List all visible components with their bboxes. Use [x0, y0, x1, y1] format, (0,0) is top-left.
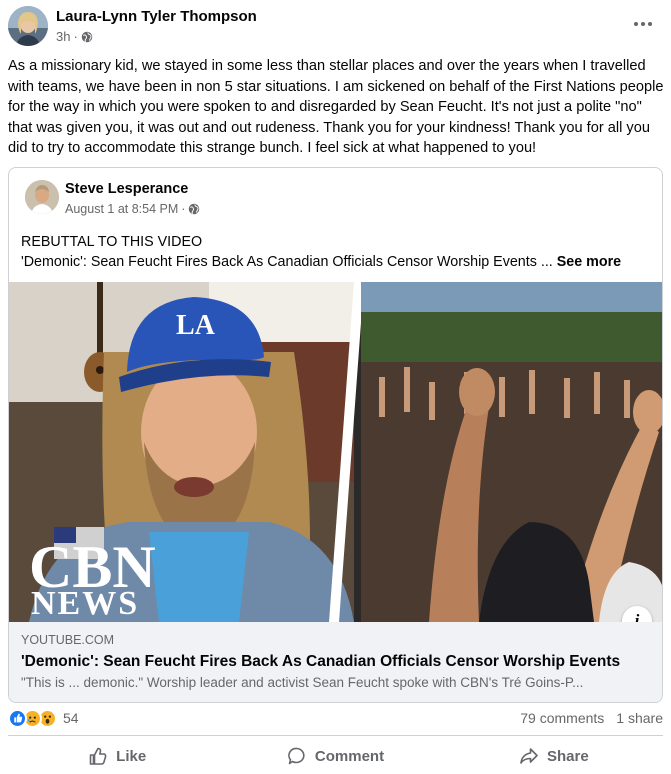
shared-author-avatar[interactable] — [25, 180, 59, 214]
actions-divider — [8, 735, 663, 736]
meta-separator: · — [181, 202, 186, 216]
reaction-count[interactable]: 54 — [63, 710, 79, 726]
link-title[interactable]: 'Demonic': Sean Feucht Fires Back As Can… — [21, 653, 652, 671]
meta-separator: · — [73, 29, 78, 44]
shared-post-card[interactable]: Steve Lesperance August 1 at 8:54 PM · R… — [8, 167, 663, 703]
more-options-button[interactable] — [631, 14, 655, 34]
dot-icon — [641, 22, 645, 26]
facebook-post: Laura-Lynn Tyler Thompson 3h · As a miss… — [0, 0, 671, 774]
share-arrow-icon — [520, 748, 538, 764]
like-icon — [8, 708, 27, 728]
like-button[interactable]: Like — [8, 739, 226, 773]
comments-count[interactable]: 79 comments — [520, 710, 604, 726]
comment-bubble-icon — [288, 747, 305, 765]
post-time[interactable]: 3h — [56, 29, 70, 44]
post-meta: 3h · — [56, 29, 93, 44]
video-thumbnail[interactable]: LA CBN NEWS i — [9, 282, 662, 622]
comment-label: Comment — [314, 747, 385, 765]
shared-meta: August 1 at 8:54 PM · — [65, 202, 200, 216]
shared-body-text: REBUTTAL TO THIS VIDEO 'Demonic': Sean F… — [21, 232, 651, 272]
comment-button[interactable]: Comment — [226, 739, 444, 773]
share-button[interactable]: Share — [445, 739, 663, 773]
shared-text-line-1: REBUTTAL TO THIS VIDEO — [21, 234, 203, 250]
link-description: "This is ... demonic." Worship leader an… — [21, 675, 584, 690]
cap-logo-text: LA — [176, 310, 216, 341]
author-avatar[interactable] — [8, 6, 48, 46]
link-preview[interactable]: YOUTUBE.COM 'Demonic': Sean Feucht Fires… — [9, 622, 662, 702]
globe-icon — [189, 203, 200, 215]
globe-icon — [81, 31, 93, 42]
shared-author-name[interactable]: Steve Lesperance — [65, 181, 188, 197]
action-bar: Like Comment Share — [8, 739, 663, 773]
reactions-summary[interactable]: 54 — [8, 708, 79, 728]
shared-date[interactable]: August 1 at 8:54 PM — [65, 202, 178, 216]
share-label: Share — [546, 747, 589, 765]
post-body-text: As a missionary kid, we stayed in some l… — [8, 58, 664, 156]
dot-icon — [648, 22, 652, 26]
link-domain: YOUTUBE.COM — [21, 633, 115, 647]
thumbs-up-icon — [89, 747, 107, 765]
shared-text-line-2: 'Demonic': Sean Feucht Fires Back As Can… — [21, 252, 651, 272]
engagement-counts: 79 comments 1 share — [520, 710, 663, 726]
shares-count[interactable]: 1 share — [616, 710, 663, 726]
see-more-link[interactable]: See more — [557, 254, 621, 270]
post-author-name[interactable]: Laura-Lynn Tyler Thompson — [56, 8, 257, 25]
news-logo-text: NEWS — [31, 585, 139, 622]
shared-video-title-text: 'Demonic': Sean Feucht Fires Back As Can… — [21, 254, 553, 270]
like-label: Like — [116, 747, 147, 765]
dot-icon — [634, 22, 638, 26]
